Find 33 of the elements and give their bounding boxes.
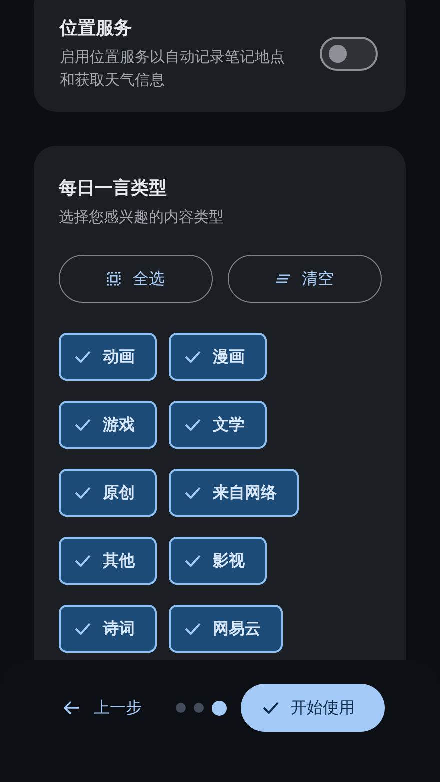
category-chip[interactable]: 漫画	[169, 333, 267, 381]
category-chip[interactable]: 文学	[169, 401, 267, 449]
select-all-button[interactable]: 全选	[59, 255, 213, 303]
category-chip[interactable]: 动画	[59, 333, 157, 381]
clear-button[interactable]: 清空	[228, 255, 382, 303]
check-icon	[185, 487, 201, 499]
category-chip[interactable]: 来自网络	[169, 469, 299, 517]
check-icon	[185, 555, 201, 567]
check-icon	[185, 623, 201, 635]
check-icon	[75, 623, 91, 635]
check-icon	[75, 487, 91, 499]
card-subtitle: 选择您感兴趣的内容类型	[59, 207, 225, 228]
category-chip[interactable]: 网易云	[169, 605, 283, 653]
card-title: 位置服务	[60, 17, 133, 40]
card-description: 启用位置服务以自动记录笔记地点和获取天气信息	[60, 47, 286, 91]
check-icon	[75, 419, 91, 431]
category-chip[interactable]: 原创	[59, 469, 157, 517]
check-icon	[263, 702, 279, 714]
select-all-icon	[107, 272, 121, 286]
card-title: 每日一言类型	[59, 177, 168, 200]
location-toggle[interactable]	[320, 37, 378, 71]
clear-icon	[276, 274, 290, 284]
check-icon	[75, 351, 91, 363]
category-chip[interactable]: 影视	[169, 537, 267, 585]
category-chip[interactable]: 其他	[59, 537, 157, 585]
start-button[interactable]: 开始使用	[241, 684, 385, 732]
back-arrow-icon	[64, 701, 80, 715]
check-icon	[185, 419, 201, 431]
check-icon	[185, 351, 201, 363]
category-chip[interactable]: 游戏	[59, 401, 157, 449]
back-button[interactable]: 上一步	[58, 684, 148, 732]
check-icon	[75, 555, 91, 567]
category-chip[interactable]: 诗词	[59, 605, 157, 653]
